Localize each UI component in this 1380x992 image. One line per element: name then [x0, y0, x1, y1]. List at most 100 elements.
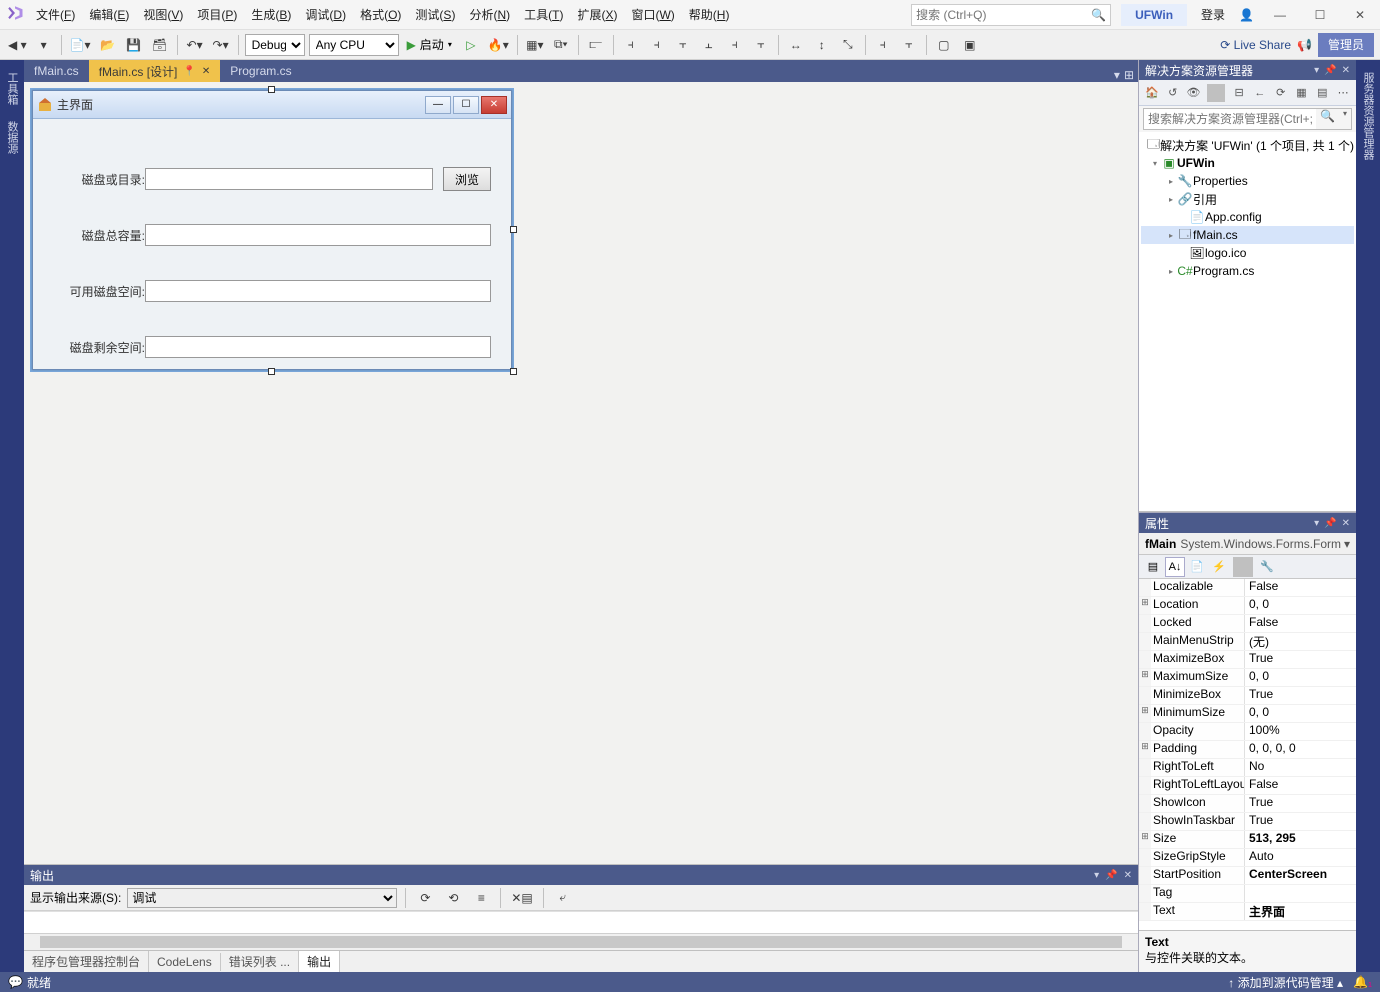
doc-tab[interactable]: fMain.cs [24, 60, 89, 82]
sol-more-icon[interactable]: ⋯ [1334, 84, 1352, 102]
sol-back-icon[interactable]: ← [1251, 84, 1269, 102]
tool-tab[interactable]: CodeLens [149, 953, 221, 971]
quick-search[interactable]: 🔍 [911, 4, 1111, 26]
menu-o[interactable]: 格式(O) [354, 2, 407, 27]
menu-v[interactable]: 视图(V) [137, 2, 189, 27]
property-row[interactable]: ShowIconTrue [1139, 795, 1356, 813]
menu-x[interactable]: 扩展(X) [571, 2, 623, 27]
left-tab[interactable]: 数据源 [2, 113, 22, 162]
minimize-button[interactable]: — [1260, 0, 1300, 30]
open-button[interactable]: 📂 [97, 34, 119, 56]
feedback-icon[interactable]: 📢 [1297, 38, 1312, 52]
textbox-remain[interactable] [145, 336, 491, 358]
output-source-combo[interactable]: 调试 [127, 888, 397, 908]
tabs-pin-icon[interactable]: ⊞ [1124, 68, 1134, 82]
status-chat-icon[interactable]: 💬 [8, 975, 23, 989]
prop-categorized-button[interactable]: ▤ [1143, 557, 1163, 577]
status-src-control[interactable]: ↑ 添加到源代码管理 ▴ [1228, 974, 1343, 991]
sol-dropdown-icon[interactable]: ▾ [1314, 65, 1319, 76]
output-text[interactable] [24, 911, 1138, 933]
menu-h[interactable]: 帮助(H) [683, 2, 736, 27]
size-width-button[interactable]: ↔ [785, 34, 807, 56]
size-both-button[interactable]: ⤡ [837, 34, 859, 56]
form-designer-surface[interactable]: 主界面 — ☐ ✕ 磁盘或目录: 浏览 [24, 82, 1138, 864]
sol-showall-icon[interactable]: ▦ [1293, 84, 1311, 102]
prop-props-button[interactable]: 📄 [1187, 557, 1207, 577]
browse-button[interactable]: 浏览 [443, 167, 491, 191]
align-button[interactable]: ⧉▾ [550, 34, 572, 56]
save-button[interactable]: 💾 [123, 34, 145, 56]
program-node[interactable]: Program.cs [1193, 264, 1254, 278]
tool-tab[interactable]: 程序包管理器控制台 [24, 951, 149, 972]
size-height-button[interactable]: ↕ [811, 34, 833, 56]
doc-tab[interactable]: Program.cs [220, 60, 301, 82]
property-row[interactable]: StartPositionCenterScreen [1139, 867, 1356, 885]
align-bottom-button[interactable]: ⫟ [750, 34, 772, 56]
output-dropdown-icon[interactable]: ▾ [1094, 870, 1099, 881]
property-row[interactable]: ⊞MaximumSize0, 0 [1139, 669, 1356, 687]
property-row[interactable]: ⊞Size513, 295 [1139, 831, 1356, 849]
textbox-free[interactable] [145, 280, 491, 302]
property-row[interactable]: ⊞Padding0, 0, 0, 0 [1139, 741, 1356, 759]
output-scrollbar[interactable] [24, 933, 1138, 950]
search-input[interactable] [916, 8, 1091, 22]
output-tb-btn2[interactable]: ⟲ [442, 887, 464, 909]
align-center-button[interactable]: ⫞ [646, 34, 668, 56]
menu-s[interactable]: 测试(S) [409, 2, 461, 27]
prop-events-button[interactable]: ⚡ [1209, 557, 1229, 577]
properties-node[interactable]: Properties [1193, 174, 1248, 188]
property-row[interactable]: MinimizeBoxTrue [1139, 687, 1356, 705]
maximize-button[interactable]: ☐ [1300, 0, 1340, 30]
menu-f[interactable]: 文件(F) [30, 2, 81, 27]
property-grid[interactable]: LocalizableFalse⊞Location0, 0LockedFalse… [1139, 579, 1356, 930]
references-node[interactable]: 引用 [1193, 191, 1217, 208]
property-row[interactable]: RightToLeftLayoutFalse [1139, 777, 1356, 795]
output-pin-icon[interactable]: 📌 [1105, 870, 1117, 881]
notification-bell-icon[interactable]: 🔔₁ [1353, 975, 1372, 989]
send-back-button[interactable]: ▣ [959, 34, 981, 56]
align-right-button[interactable]: ⫟ [672, 34, 694, 56]
login-link[interactable]: 登录 [1193, 6, 1233, 23]
sol-home-icon[interactable]: 🏠 [1143, 84, 1161, 102]
property-row[interactable]: ⊞Location0, 0 [1139, 597, 1356, 615]
property-row[interactable]: Opacity100% [1139, 723, 1356, 741]
tool-tab[interactable]: 输出 [299, 951, 340, 972]
solution-search-input[interactable] [1144, 109, 1316, 129]
solution-tree[interactable]: 🗔解决方案 'UFWin' (1 个项目, 共 1 个) ▾▣UFWin ▸🔧P… [1139, 132, 1356, 512]
textbox-path[interactable] [145, 168, 433, 190]
right-tab[interactable]: 服务器资源管理器 [1358, 64, 1378, 168]
prop-pin-icon[interactable]: 📌 [1324, 518, 1336, 529]
fmain-node[interactable]: fMain.cs [1193, 228, 1238, 242]
output-tb-btn1[interactable]: ⟳ [414, 887, 436, 909]
property-row[interactable]: LocalizableFalse [1139, 579, 1356, 597]
prop-wrench-button[interactable]: 🔧 [1257, 557, 1277, 577]
user-icon[interactable]: 👤 [1233, 8, 1260, 22]
solution-search[interactable]: 🔍 ▾ [1143, 108, 1352, 130]
align-grid-button[interactable]: ▦▾ [524, 34, 546, 56]
designed-form[interactable]: 主界面 — ☐ ✕ 磁盘或目录: 浏览 [32, 90, 512, 370]
solution-root[interactable]: 解决方案 'UFWin' (1 个项目, 共 1 个) [1160, 137, 1354, 154]
menu-t[interactable]: 工具(T) [518, 2, 569, 27]
tool-tab[interactable]: 错误列表 ... [221, 951, 299, 972]
menu-p[interactable]: 项目(P) [191, 2, 243, 27]
start-button[interactable]: ▶启动▾ [403, 36, 456, 53]
platform-combo[interactable]: Any CPU [309, 34, 399, 56]
start-noDebug-button[interactable]: ▷ [460, 34, 482, 56]
textbox-total[interactable] [145, 224, 491, 246]
menu-n[interactable]: 分析(N) [463, 2, 516, 27]
sol-pin-icon[interactable]: 📌 [1324, 65, 1336, 76]
sol-props-icon[interactable]: ▤ [1313, 84, 1331, 102]
tabs-overflow-icon[interactable]: ▾ [1114, 68, 1120, 82]
property-row[interactable]: LockedFalse [1139, 615, 1356, 633]
undo-button[interactable]: ↶▾ [184, 34, 206, 56]
bring-front-button[interactable]: ▢ [933, 34, 955, 56]
output-tb-btn3[interactable]: ≡ [470, 887, 492, 909]
property-row[interactable]: SizeGripStyleAuto [1139, 849, 1356, 867]
prop-alpha-button[interactable]: A↓ [1165, 557, 1185, 577]
prop-dropdown-icon[interactable]: ▾ [1314, 518, 1319, 529]
save-all-button[interactable]: 🗃 [149, 34, 171, 56]
nav-back-button[interactable]: ◀ ▾ [6, 34, 29, 56]
layout-btn-1[interactable]: ⫍ [585, 34, 607, 56]
appconfig-node[interactable]: App.config [1205, 210, 1262, 224]
live-share-button[interactable]: ⟳ Live Share [1220, 38, 1291, 52]
